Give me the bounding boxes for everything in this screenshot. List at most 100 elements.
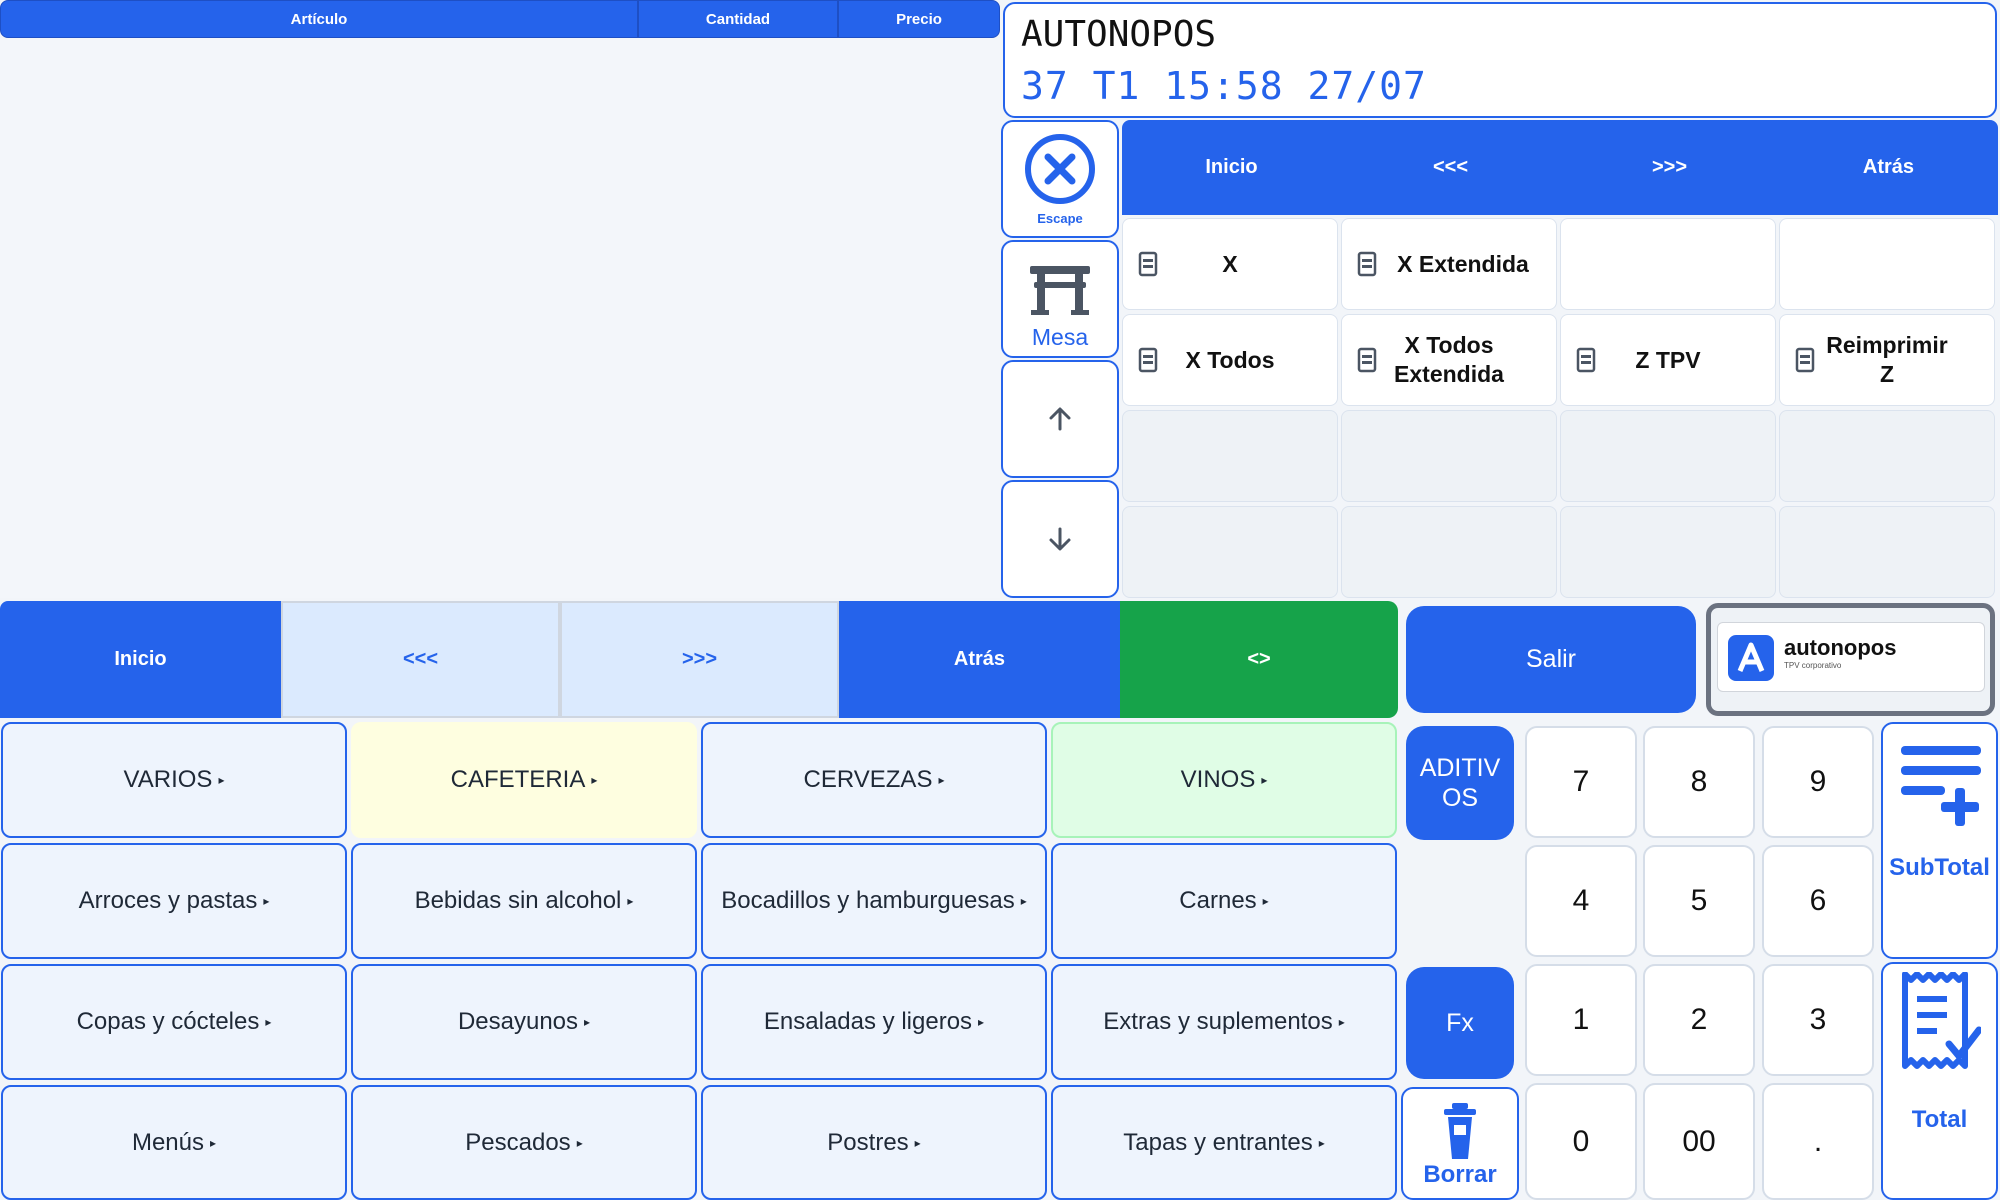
total-button[interactable]: Total: [1881, 962, 1998, 1200]
report-label: X Todos: [1185, 346, 1275, 373]
family-nav-prev[interactable]: <<<: [281, 601, 560, 718]
escape-button[interactable]: Escape: [1001, 120, 1119, 238]
report-label: Reimprimir Z: [1826, 332, 1948, 387]
key-9[interactable]: 9: [1762, 726, 1874, 838]
key-4[interactable]: 4: [1525, 845, 1637, 957]
category-label: Ensaladas y ligeros: [763, 1008, 973, 1035]
info-display: AUTONOPOS 37 T1 15:58 27/07: [1003, 2, 1997, 118]
aditivos-button[interactable]: ADITIV OS: [1406, 726, 1514, 840]
report-x-button[interactable]: X: [1122, 218, 1338, 310]
report-z-tpv-button[interactable]: Z TPV: [1560, 314, 1776, 406]
printer-icon: [1357, 251, 1377, 277]
category-label: Bocadillos y hamburguesas: [721, 887, 1015, 914]
key-3[interactable]: 3: [1762, 964, 1874, 1076]
report-empty-slot: [1341, 506, 1557, 598]
category-label: VINOS: [1180, 766, 1256, 793]
submenu-arrow-icon: ▸: [263, 894, 270, 908]
key-5[interactable]: 5: [1643, 845, 1755, 957]
printer-icon: [1138, 347, 1158, 373]
report-label: X Todos Extendida: [1394, 332, 1504, 387]
borrar-label: Borrar: [1423, 1161, 1497, 1188]
report-label: X: [1222, 250, 1238, 277]
report-label: Z TPV: [1635, 346, 1701, 373]
report-nav-atras[interactable]: Atrás: [1779, 120, 1998, 215]
scroll-down-button[interactable]: [1001, 480, 1119, 598]
key-0[interactable]: 0: [1525, 1083, 1637, 1200]
key-00[interactable]: 00: [1643, 1083, 1755, 1200]
table-icon: [1030, 266, 1090, 315]
mesa-button[interactable]: Mesa: [1001, 240, 1119, 358]
category-label: Menús: [131, 1128, 204, 1156]
category-button[interactable]: CERVEZAS ▸: [701, 722, 1047, 838]
category-button[interactable]: Postres ▸: [701, 1085, 1047, 1200]
borrar-button[interactable]: Borrar: [1401, 1087, 1519, 1200]
submenu-arrow-icon: ▸: [591, 773, 598, 787]
category-button[interactable]: VARIOS ▸: [1, 722, 347, 838]
key-2[interactable]: 2: [1643, 964, 1755, 1076]
column-header-cantidad: Cantidad: [638, 0, 838, 38]
family-nav-next[interactable]: >>>: [560, 601, 839, 718]
category-button[interactable]: Copas y cócteles ▸: [1, 964, 347, 1080]
category-button[interactable]: Bebidas sin alcohol ▸: [351, 843, 697, 959]
key-1[interactable]: 1: [1525, 964, 1637, 1076]
fx-button[interactable]: Fx: [1406, 967, 1514, 1079]
category-label: Desayunos: [457, 1008, 579, 1035]
category-label: VARIOS: [123, 766, 213, 793]
family-nav-atras[interactable]: Atrás: [839, 601, 1120, 718]
key-8[interactable]: 8: [1643, 726, 1755, 838]
category-button[interactable]: Ensaladas y ligeros ▸: [701, 964, 1047, 1080]
report-empty-slot: [1341, 410, 1557, 502]
mesa-label: Mesa: [1031, 324, 1089, 350]
printer-icon: [1576, 347, 1596, 373]
family-nav-inicio[interactable]: Inicio: [0, 601, 281, 718]
subtotal-button[interactable]: SubTotal: [1881, 722, 1998, 959]
report-x-todos-button[interactable]: X Todos: [1122, 314, 1338, 406]
submenu-arrow-icon: ▸: [576, 1135, 583, 1150]
category-button[interactable]: Menús ▸: [1, 1085, 347, 1200]
category-label: Carnes: [1179, 887, 1257, 914]
report-nav-next[interactable]: >>>: [1560, 120, 1779, 215]
category-button[interactable]: Desayunos ▸: [351, 964, 697, 1080]
submenu-arrow-icon: ▸: [1318, 1135, 1325, 1150]
category-button[interactable]: Arroces y pastas ▸: [1, 843, 347, 959]
close-circle-icon: [1025, 133, 1095, 204]
family-toggle-button[interactable]: <>: [1120, 601, 1398, 718]
scroll-up-button[interactable]: [1001, 360, 1119, 478]
category-label: Extras y suplementos: [1103, 1008, 1333, 1035]
category-button[interactable]: Extras y suplementos ▸: [1051, 964, 1397, 1080]
report-reimprimir-z-button[interactable]: Reimprimir Z: [1779, 314, 1995, 406]
receipt-icon: [1901, 972, 1981, 1069]
category-label: Copas y cócteles: [76, 1008, 260, 1035]
salir-button[interactable]: Salir: [1406, 606, 1696, 713]
submenu-arrow-icon: ▸: [584, 1015, 591, 1029]
category-label: Bebidas sin alcohol: [414, 887, 622, 914]
submenu-arrow-icon: ▸: [1338, 1015, 1345, 1029]
report-x-extendida-button[interactable]: X Extendida: [1341, 218, 1557, 310]
category-button[interactable]: Bocadillos y hamburguesas ▸: [701, 843, 1047, 959]
arrow-down-icon: [1049, 527, 1071, 551]
category-button[interactable]: CAFETERIA ▸: [351, 722, 697, 838]
category-label: Postres: [827, 1128, 909, 1156]
key-decimal[interactable]: .: [1762, 1083, 1874, 1200]
list-add-icon: [1900, 746, 1981, 826]
ticket-lines-area[interactable]: [0, 38, 1000, 598]
category-button[interactable]: Pescados ▸: [351, 1085, 697, 1200]
report-nav-inicio[interactable]: Inicio: [1122, 120, 1341, 215]
report-empty-slot: [1560, 218, 1776, 310]
submenu-arrow-icon: ▸: [1261, 773, 1268, 787]
report-nav-prev[interactable]: <<<: [1341, 120, 1560, 215]
key-7[interactable]: 7: [1525, 726, 1637, 838]
submenu-arrow-icon: ▸: [210, 1135, 217, 1150]
report-x-todos-extendida-button[interactable]: X Todos Extendida: [1341, 314, 1557, 406]
category-button[interactable]: VINOS ▸: [1051, 722, 1397, 838]
report-empty-slot: [1779, 506, 1995, 598]
category-label: Tapas y entrantes: [1123, 1128, 1313, 1156]
key-6[interactable]: 6: [1762, 845, 1874, 957]
category-button[interactable]: Tapas y entrantes ▸: [1051, 1085, 1397, 1200]
display-title: AUTONOPOS: [1021, 14, 1217, 55]
report-empty-slot: [1560, 410, 1776, 502]
category-button[interactable]: Carnes ▸: [1051, 843, 1397, 959]
report-empty-slot: [1560, 506, 1776, 598]
display-status: 37 T1 15:58 27/07: [1021, 64, 1427, 108]
printer-icon: [1138, 251, 1158, 277]
